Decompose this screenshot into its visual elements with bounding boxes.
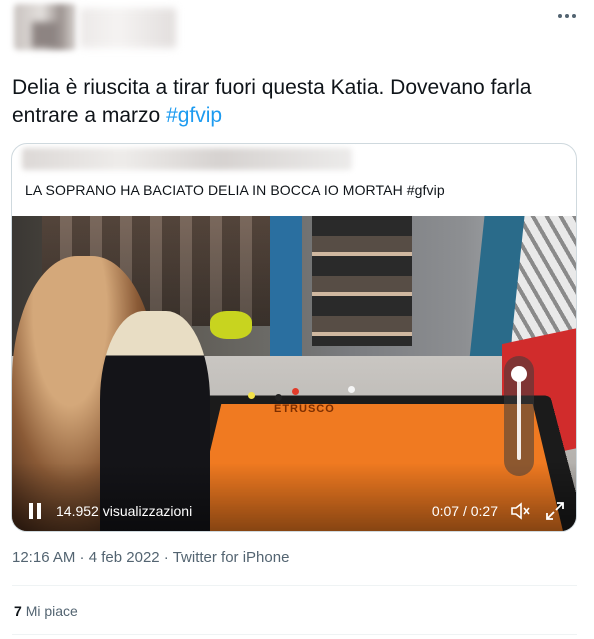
likes-label: Mi piace: [25, 603, 78, 619]
divider: [12, 634, 577, 635]
author-avatar[interactable]: [14, 4, 76, 50]
volume-knob[interactable]: [511, 366, 527, 382]
hashtag-link[interactable]: #gfvip: [166, 104, 222, 127]
volume-track: [517, 372, 521, 460]
view-count: 14.952 visualizzazioni: [56, 503, 193, 519]
fullscreen-icon[interactable]: [544, 500, 566, 522]
quoted-tweet-text: LA SOPRANO HA BACIATO DELIA IN BOCCA IO …: [25, 182, 445, 198]
pool-table-logo: ETRUSCO: [274, 403, 335, 415]
pool-ball: [348, 386, 355, 393]
tweet-text: Delia è riuscita a tirar fuori questa Ka…: [12, 74, 572, 130]
tweet-body: Delia è riuscita a tirar fuori questa Ka…: [12, 76, 532, 127]
tweet-time[interactable]: 12:16 AM: [12, 549, 75, 566]
meta-separator: ·: [75, 549, 89, 566]
volume-icon[interactable]: [510, 501, 532, 521]
author-name[interactable]: [80, 8, 176, 48]
more-icon[interactable]: [558, 14, 576, 18]
divider: [12, 585, 577, 586]
video-player[interactable]: ETRUSCO 14.952 visualizzazioni 0:07 / 0:…: [12, 216, 576, 531]
meta-separator: ·: [159, 549, 173, 566]
video-time: 0:07 / 0:27: [431, 503, 498, 519]
likes-number: 7: [14, 603, 22, 619]
pool-ball: [292, 388, 299, 395]
video-frame-stool: [210, 311, 252, 339]
pool-ball: [248, 392, 255, 399]
video-controls-shade: [12, 463, 576, 531]
volume-slider[interactable]: [504, 356, 534, 476]
video-frame-collage-right: [312, 216, 412, 346]
tweet-meta: 12:16 AM · 4 feb 2022 · Twitter for iPho…: [12, 549, 289, 566]
quoted-tweet-card[interactable]: LA SOPRANO HA BACIATO DELIA IN BOCCA IO …: [11, 143, 577, 532]
likes-count[interactable]: 7 Mi piace: [14, 603, 78, 619]
pool-ball: [275, 394, 282, 401]
pause-icon[interactable]: [28, 503, 42, 519]
quoted-author: [22, 148, 352, 170]
tweet-source[interactable]: Twitter for iPhone: [173, 549, 290, 566]
tweet-date[interactable]: 4 feb 2022: [89, 549, 160, 566]
